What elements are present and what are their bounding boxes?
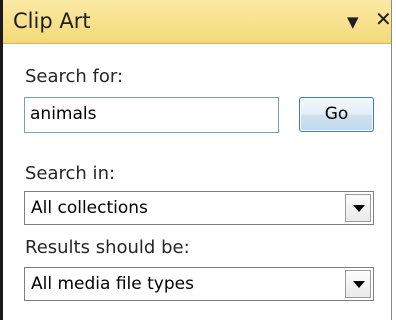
task-pane-title: Clip Art bbox=[13, 9, 91, 33]
close-icon[interactable]: ✕ bbox=[375, 6, 392, 32]
search-for-label: Search for: bbox=[25, 66, 124, 87]
clip-art-task-pane: Clip Art ▼ ✕ Search for: animals Go Sear… bbox=[0, 0, 392, 320]
search-input[interactable]: animals bbox=[24, 97, 279, 133]
search-in-value: All collections bbox=[31, 198, 148, 218]
task-pane-titlebar: Clip Art ▼ ✕ bbox=[3, 0, 392, 44]
results-type-select[interactable]: All media file types bbox=[24, 267, 374, 301]
dropdown-arrow-icon[interactable] bbox=[345, 194, 371, 222]
results-label: Results should be: bbox=[25, 237, 190, 258]
search-in-select[interactable]: All collections bbox=[24, 191, 374, 225]
results-type-value: All media file types bbox=[31, 274, 194, 294]
search-in-label: Search in: bbox=[25, 163, 116, 184]
dropdown-arrow-icon[interactable] bbox=[345, 270, 371, 298]
chevron-down-icon[interactable]: ▼ bbox=[347, 9, 359, 35]
go-button[interactable]: Go bbox=[299, 97, 374, 132]
